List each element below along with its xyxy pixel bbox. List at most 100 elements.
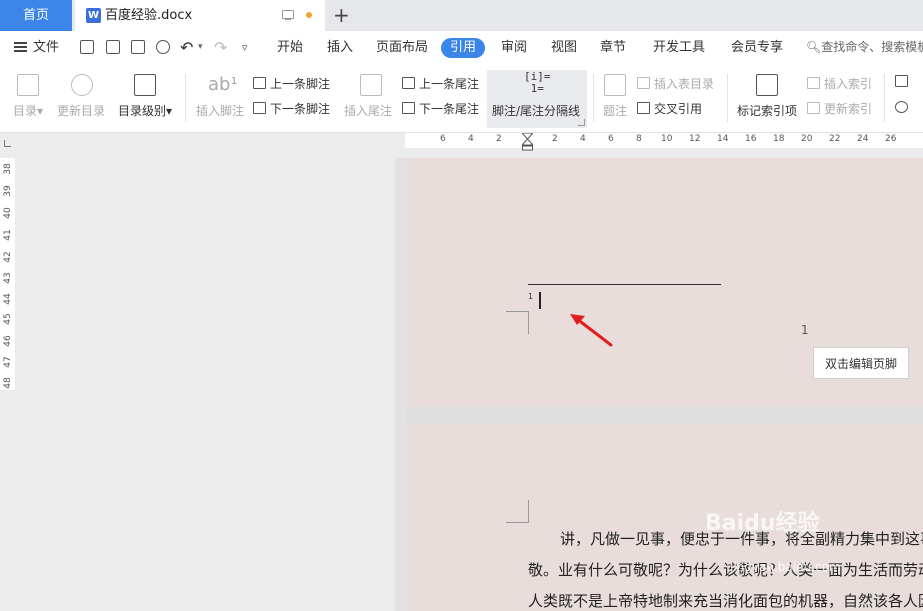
print-icon[interactable] (131, 40, 145, 54)
ruler-tick: 45 (3, 313, 13, 325)
ruler-tick: 22 (829, 134, 841, 144)
menu-start[interactable]: 开始 (277, 31, 303, 64)
horizontal-ruler[interactable]: 6 4 2 2 4 6 8 10 12 14 16 18 20 22 24 26 (405, 133, 923, 148)
menu-developer[interactable]: 开发工具 (653, 31, 705, 64)
vertical-ruler[interactable]: 38 39 40 41 42 43 44 45 46 47 48 (0, 158, 15, 390)
caption-button[interactable]: 题注 (603, 102, 627, 119)
citation-icon[interactable] (895, 101, 908, 113)
baidu-watermark: Baidu经验 (705, 511, 820, 536)
undo-icon[interactable]: ↶ (180, 31, 193, 64)
print-preview-icon[interactable] (156, 40, 170, 54)
toc-icon (17, 74, 39, 96)
prev-footnote-button[interactable]: 上一条脚注 (253, 75, 330, 92)
ruler-tick: 24 (857, 134, 869, 144)
ruler-tick: 2 (552, 134, 558, 144)
menu-section[interactable]: 章节 (600, 31, 626, 64)
ruler-tick: 4 (468, 134, 474, 144)
toc-button[interactable]: 目录▾ (13, 102, 43, 119)
next-footnote-button[interactable]: 下一条脚注 (253, 100, 330, 117)
next-endnote-button[interactable]: 下一条尾注 (402, 100, 479, 117)
footnote-number: 1 (528, 292, 534, 301)
insert-index-button[interactable]: 插入索引 (807, 75, 872, 92)
body-text-line: 人类既不是上帝特地制来充当消化面包的机器，自然该各人因 (528, 592, 923, 610)
page-gap (407, 407, 923, 424)
page-shadow (395, 158, 407, 611)
ruler-tick: 16 (745, 134, 757, 144)
prev-endnote-button[interactable]: 上一条尾注 (402, 75, 479, 92)
file-menu[interactable]: 文件 (14, 31, 59, 64)
update-toc-icon (71, 74, 93, 96)
export-icon[interactable] (106, 40, 120, 54)
insert-footnote-button[interactable]: 插入脚注 (196, 102, 244, 119)
command-search[interactable]: 🔍︎查找命令、搜索模板 (806, 31, 923, 64)
prev-footnote-icon (253, 77, 266, 89)
indent-marker-icon[interactable] (522, 133, 533, 151)
update-index-icon (807, 102, 820, 114)
menu-insert[interactable]: 插入 (327, 31, 353, 64)
ruler-tick: 4 (580, 134, 586, 144)
page-number: 1 (801, 323, 809, 337)
monitor-icon[interactable] (282, 10, 294, 20)
ruler-tick: 6 (608, 134, 614, 144)
cross-reference-icon (637, 102, 650, 114)
ruler-tick: 42 (3, 251, 13, 263)
prev-endnote-icon (402, 77, 415, 89)
body-text-line: 敬。业有什么可敬呢？为什么该敬呢？人类一面为生活而劳动 (528, 561, 923, 579)
quick-access-dropdown-icon[interactable]: ▿ (242, 31, 248, 64)
mark-index-button[interactable]: 标记索引项 (737, 102, 797, 119)
mark-index-icon (756, 74, 778, 96)
search-placeholder: 查找命令、搜索模板 (821, 40, 923, 54)
ruler-tick: 26 (885, 134, 897, 144)
table-toc-icon (637, 77, 650, 89)
ruler-tick: 44 (3, 293, 13, 305)
document-title: 百度经验.docx (105, 8, 193, 23)
update-index-button[interactable]: 更新索引 (807, 100, 872, 117)
redo-icon[interactable]: ↷ (214, 31, 227, 64)
word-doc-icon: W (86, 8, 101, 23)
ribbon-divider (593, 74, 594, 122)
ruler-tick: 46 (3, 335, 13, 347)
footnote-separator-button[interactable]: 脚注/尾注分隔线 (492, 102, 580, 119)
save-icon[interactable] (80, 40, 94, 54)
tab-bar: 首页 W 百度经验.docx + (0, 0, 923, 31)
edit-footer-button[interactable]: 双击编辑页脚 (813, 347, 909, 379)
toc-level-button[interactable]: 目录级别▾ (118, 102, 172, 119)
insert-table-toc-button[interactable]: 插入表目录 (637, 75, 714, 92)
bibliography-icon[interactable] (895, 75, 908, 87)
cross-reference-button[interactable]: 交叉引用 (637, 100, 702, 117)
ruler-tick: 43 (3, 272, 13, 284)
ruler-tick: 8 (636, 134, 642, 144)
crop-mark (506, 311, 529, 334)
tab-home[interactable]: 首页 (0, 0, 72, 31)
ribbon-toolbar: 目录▾ 更新目录 目录级别▾ ab¹ 插入脚注 上一条脚注 下一条脚注 插入尾注… (0, 64, 923, 133)
menu-references[interactable]: 引用 (441, 38, 485, 58)
ruler-tick: 10 (661, 134, 673, 144)
document-page[interactable] (407, 424, 923, 611)
ruler-tick: 18 (773, 134, 785, 144)
ruler-corner-icon[interactable] (4, 140, 11, 147)
next-footnote-icon (253, 102, 266, 114)
tab-document[interactable]: W 百度经验.docx (75, 0, 325, 31)
ribbon-divider (727, 74, 728, 122)
update-toc-button[interactable]: 更新目录 (57, 102, 105, 119)
ruler-tick: 6 (440, 134, 446, 144)
menu-member[interactable]: 会员专享 (731, 31, 783, 64)
menu-view[interactable]: 视图 (551, 31, 577, 64)
ribbon-divider (185, 74, 186, 122)
ruler-tick: 20 (801, 134, 813, 144)
ribbon-divider (884, 74, 885, 122)
caption-icon (604, 74, 626, 96)
footnote-separator-icon: [i]= 1= (524, 70, 551, 95)
ruler-tick: 12 (689, 134, 701, 144)
insert-endnote-button[interactable]: 插入尾注 (344, 102, 392, 119)
insert-endnote-icon (360, 74, 382, 96)
menu-review[interactable]: 审阅 (501, 31, 527, 64)
undo-dropdown-icon[interactable]: ▾ (198, 31, 203, 64)
search-icon: 🔍︎ (806, 40, 822, 54)
menu-page-layout[interactable]: 页面布局 (376, 31, 428, 64)
ruler-tick: 41 (3, 229, 13, 241)
dialog-launcher-icon[interactable] (578, 119, 585, 126)
footnote-separator-line (528, 284, 721, 285)
new-tab-button[interactable]: + (333, 3, 350, 27)
hamburger-icon (14, 42, 27, 52)
